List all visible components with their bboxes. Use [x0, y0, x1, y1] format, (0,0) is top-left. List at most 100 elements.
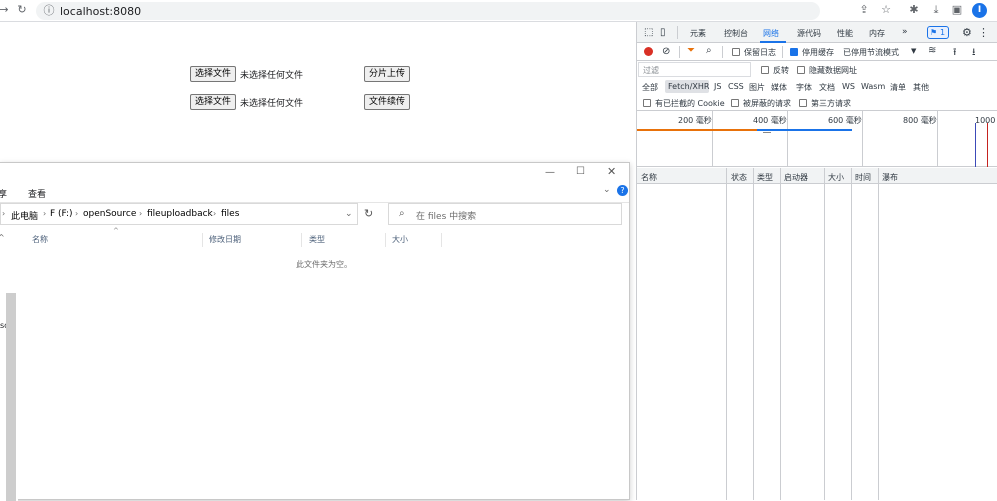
type-filter-js[interactable]: JS: [714, 82, 721, 91]
timeline-tick-800: 800 毫秒: [903, 116, 937, 125]
bookmark-star-icon[interactable]: ☆: [879, 3, 893, 17]
crumb-opensource[interactable]: openSource: [83, 209, 136, 219]
crumb-this-pc[interactable]: 此电脑: [11, 209, 38, 222]
record-icon[interactable]: [644, 47, 653, 56]
browser-toolbar: → ↻ ⓘ localhost:8080 ⇪ ☆ ✱ ⤓ ▣ I: [0, 0, 997, 22]
disable-cache-checkbox[interactable]: [790, 48, 798, 56]
type-filter-all[interactable]: 全部: [642, 82, 658, 93]
type-filter-doc[interactable]: 文档: [819, 82, 835, 93]
refresh-icon[interactable]: ↻: [364, 207, 373, 220]
network-overview[interactable]: 200 毫秒 400 毫秒 600 毫秒 800 毫秒 1000 毫: [637, 111, 997, 167]
col-modified[interactable]: 修改日期: [205, 233, 302, 247]
col-time[interactable]: 时间: [855, 172, 871, 183]
tab-view[interactable]: 查看: [28, 187, 46, 200]
navigation-scrollbar[interactable]: [6, 293, 16, 501]
type-filter-media[interactable]: 媒体: [771, 82, 787, 93]
timeline-gridline: [787, 111, 788, 167]
col-size[interactable]: 大小: [828, 172, 844, 183]
tab-share[interactable]: 享: [0, 187, 7, 200]
filter-icon[interactable]: ⏷: [687, 45, 695, 56]
blocked-cookies-checkbox[interactable]: [643, 99, 651, 107]
chevron-down-icon[interactable]: ⌄: [345, 209, 353, 219]
type-filter-font[interactable]: 字体: [796, 82, 812, 93]
type-filter-wasm[interactable]: Wasm: [861, 82, 885, 91]
crumb-fileuploadback[interactable]: fileuploadback: [147, 209, 213, 219]
resume-upload-button[interactable]: 文件续传: [364, 94, 411, 110]
invert-label: 反转: [773, 66, 789, 75]
export-har-icon[interactable]: ⭳: [972, 45, 976, 62]
explorer-address-bar[interactable]: › 此电脑 › F (F:) › openSource › fileupload…: [0, 203, 358, 225]
column-divider[interactable]: [878, 168, 879, 500]
device-toggle-icon[interactable]: ▯: [660, 27, 666, 38]
tab-console[interactable]: 控制台: [724, 28, 748, 39]
tab-performance[interactable]: 性能: [837, 28, 853, 39]
kebab-menu-icon[interactable]: ⋮: [978, 26, 989, 39]
timeline-tick-1000: 1000 毫: [975, 116, 997, 125]
side-panel-icon[interactable]: ▣: [950, 3, 964, 17]
tab-memory[interactable]: 内存: [869, 28, 885, 39]
crumb-files[interactable]: files: [221, 209, 239, 219]
chunk-upload-button[interactable]: 分片上传: [364, 66, 411, 82]
explorer-search-input[interactable]: ⌕ 在 files 中搜索: [388, 203, 622, 225]
import-har-icon[interactable]: ⭱: [953, 45, 957, 62]
tab-network[interactable]: 网络: [763, 28, 779, 39]
col-type[interactable]: 类型: [305, 233, 386, 247]
column-divider[interactable]: [851, 168, 852, 500]
inspect-icon[interactable]: ⬚: [644, 27, 653, 38]
help-icon[interactable]: ?: [617, 185, 628, 196]
download-icon[interactable]: ⤓: [929, 3, 943, 17]
third-party-checkbox[interactable]: [799, 99, 807, 107]
chevron-down-icon[interactable]: ▼: [911, 47, 916, 55]
avatar[interactable]: I: [972, 3, 987, 18]
filter-input[interactable]: 过滤: [638, 62, 751, 77]
col-initiator[interactable]: 启动器: [784, 172, 808, 183]
type-filter-ws[interactable]: WS: [842, 82, 855, 91]
ribbon-expand-icon[interactable]: ⌄: [603, 185, 611, 195]
tab-elements[interactable]: 元素: [690, 28, 706, 39]
search-icon[interactable]: ⌕: [706, 45, 712, 56]
type-filter-css[interactable]: CSS: [728, 82, 744, 91]
reload-icon[interactable]: ↻: [15, 3, 29, 17]
choose-file-button-2[interactable]: 选择文件: [190, 94, 237, 110]
col-type[interactable]: 类型: [757, 172, 773, 183]
hide-data-urls-checkbox[interactable]: [797, 66, 805, 74]
timeline-tick-200: 200 毫秒: [678, 116, 712, 125]
close-icon[interactable]: ✕: [607, 165, 616, 178]
extensions-icon[interactable]: ✱: [907, 3, 921, 17]
type-filter-row: 全部 Fetch/XHR JS CSS 图片 媒体 字体 文档 WS Wasm …: [637, 79, 997, 95]
preserve-log-checkbox[interactable]: [732, 48, 740, 56]
choose-file-button-1[interactable]: 选择文件: [190, 66, 237, 82]
type-filter-img[interactable]: 图片: [749, 82, 765, 93]
throttle-select[interactable]: 已停用节流模式: [843, 47, 899, 58]
type-filter-manifest[interactable]: 清单: [890, 82, 906, 93]
issues-badge[interactable]: ⚑ 1: [927, 26, 949, 39]
column-divider[interactable]: [753, 168, 754, 500]
share-icon[interactable]: ⇪: [857, 3, 871, 17]
type-filter-fetch-xhr[interactable]: Fetch/XHR: [668, 82, 709, 91]
clear-icon[interactable]: ⊘: [662, 46, 670, 57]
settings-gear-icon[interactable]: ⚙: [962, 26, 972, 39]
devtools-panel: ⬚ ▯ 元素 控制台 网络 源代码 性能 内存 » ⚑ 1 ⚙ ⋮ ⊘ ⏷ ⌕ …: [636, 22, 997, 500]
network-conditions-icon[interactable]: ≋: [928, 45, 936, 56]
search-placeholder: 在 files 中搜索: [416, 212, 477, 222]
type-filter-other[interactable]: 其他: [913, 82, 929, 93]
site-info-icon[interactable]: ⓘ: [42, 4, 56, 18]
column-divider[interactable]: [726, 168, 727, 500]
tab-sources[interactable]: 源代码: [797, 28, 821, 39]
pane-fragment-icon: ^: [0, 233, 5, 242]
col-name[interactable]: 名称: [28, 233, 203, 247]
column-divider[interactable]: [824, 168, 825, 500]
blocked-requests-checkbox[interactable]: [731, 99, 739, 107]
col-name[interactable]: 名称: [641, 172, 657, 183]
address-bar[interactable]: ⓘ localhost:8080: [36, 2, 820, 20]
crumb-drive[interactable]: F (F:): [50, 209, 73, 219]
invert-checkbox[interactable]: [761, 66, 769, 74]
col-size[interactable]: 大小: [388, 233, 442, 247]
col-waterfall[interactable]: 瀑布: [882, 172, 898, 183]
minimize-icon[interactable]: —: [545, 167, 555, 178]
maximize-icon[interactable]: ☐: [576, 166, 585, 177]
more-tabs-icon[interactable]: »: [902, 27, 908, 37]
back-icon[interactable]: →: [0, 3, 11, 17]
col-status[interactable]: 状态: [731, 172, 747, 183]
column-divider[interactable]: [780, 168, 781, 500]
